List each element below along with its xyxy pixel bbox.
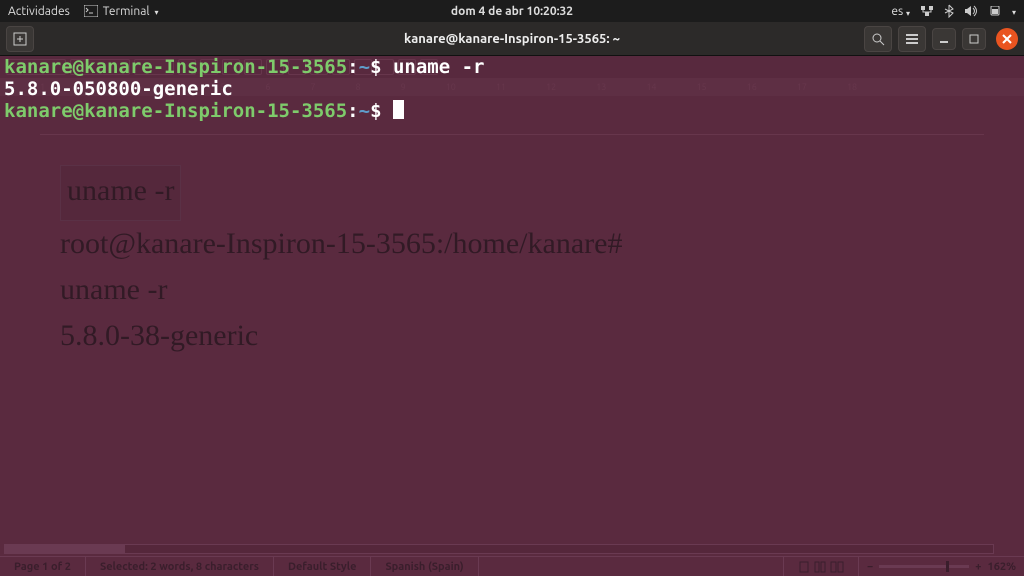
status-language[interactable]: Spanish (Spain) bbox=[371, 557, 478, 576]
panel-clock[interactable]: dom 4 de abr 10:20:32 bbox=[451, 5, 573, 18]
view-multi-icon bbox=[814, 561, 826, 573]
search-icon bbox=[871, 32, 885, 46]
command-output: 5.8.0-050800-generic bbox=[4, 78, 233, 100]
prompt-path: ~ bbox=[359, 56, 370, 78]
status-page[interactable]: Page 1 of 2 bbox=[0, 557, 86, 576]
maximize-button[interactable] bbox=[962, 28, 986, 50]
terminal-content: kanare@kanare-Inspiron-15-3565:~$ uname … bbox=[0, 56, 1024, 122]
zoom-value[interactable]: 162% bbox=[987, 561, 1016, 573]
network-icon[interactable] bbox=[920, 5, 934, 17]
status-selection: Selected: 2 words, 8 characters bbox=[86, 557, 274, 576]
prompt-user: kanare@kanare-Inspiron-15-3565 bbox=[4, 56, 347, 78]
hamburger-icon bbox=[905, 33, 919, 45]
zoom-control[interactable]: − + 162% bbox=[859, 561, 1024, 573]
minimize-icon bbox=[939, 34, 949, 44]
chevron-down-icon[interactable]: ▾ bbox=[1012, 8, 1016, 17]
terminal-cursor bbox=[393, 100, 404, 119]
window-title: kanare@kanare-Inspiron-15-3565: ~ bbox=[404, 32, 620, 46]
prompt-user: kanare@kanare-Inspiron-15-3565 bbox=[4, 100, 347, 122]
active-app-name: Terminal bbox=[103, 5, 150, 18]
minimize-button[interactable] bbox=[932, 28, 956, 50]
search-button[interactable] bbox=[864, 26, 892, 52]
status-bar: Page 1 of 2 Selected: 2 words, 8 charact… bbox=[0, 556, 1024, 576]
battery-icon[interactable] bbox=[988, 6, 1002, 16]
status-style[interactable]: Default Style bbox=[274, 557, 372, 576]
view-mode-buttons[interactable] bbox=[784, 557, 859, 576]
scrollbar-thumb[interactable] bbox=[5, 545, 125, 553]
zoom-slider[interactable] bbox=[879, 565, 969, 568]
new-tab-button[interactable] bbox=[6, 26, 34, 52]
new-tab-icon bbox=[13, 32, 27, 46]
volume-icon[interactable] bbox=[964, 5, 978, 17]
hamburger-menu-button[interactable] bbox=[898, 26, 926, 52]
prompt-path: ~ bbox=[359, 100, 370, 122]
maximize-icon bbox=[969, 34, 979, 44]
gnome-top-panel: Actividades Terminal ▾ dom 4 de abr 10:2… bbox=[0, 0, 1024, 22]
activities-button[interactable]: Actividades bbox=[8, 5, 70, 18]
close-icon bbox=[1002, 34, 1012, 44]
active-app-indicator[interactable]: Terminal ▾ bbox=[84, 5, 159, 18]
chevron-down-icon: ▾ bbox=[155, 8, 159, 17]
terminal-body[interactable]: kanare@kanare-Inspiron-15-3565:~$ uname … bbox=[0, 56, 1024, 556]
view-single-icon bbox=[798, 561, 810, 573]
bluetooth-icon[interactable] bbox=[944, 4, 954, 18]
keyboard-layout-indicator[interactable]: es ▾ bbox=[891, 5, 910, 18]
view-book-icon bbox=[830, 561, 844, 573]
zoom-out-icon[interactable]: − bbox=[867, 561, 873, 573]
window-titlebar: kanare@kanare-Inspiron-15-3565: ~ bbox=[0, 22, 1024, 56]
horizontal-scrollbar[interactable] bbox=[4, 544, 994, 554]
command-text: uname -r bbox=[393, 56, 485, 78]
zoom-in-icon[interactable]: + bbox=[975, 561, 981, 573]
close-button[interactable] bbox=[996, 28, 1018, 50]
terminal-icon bbox=[84, 5, 98, 17]
